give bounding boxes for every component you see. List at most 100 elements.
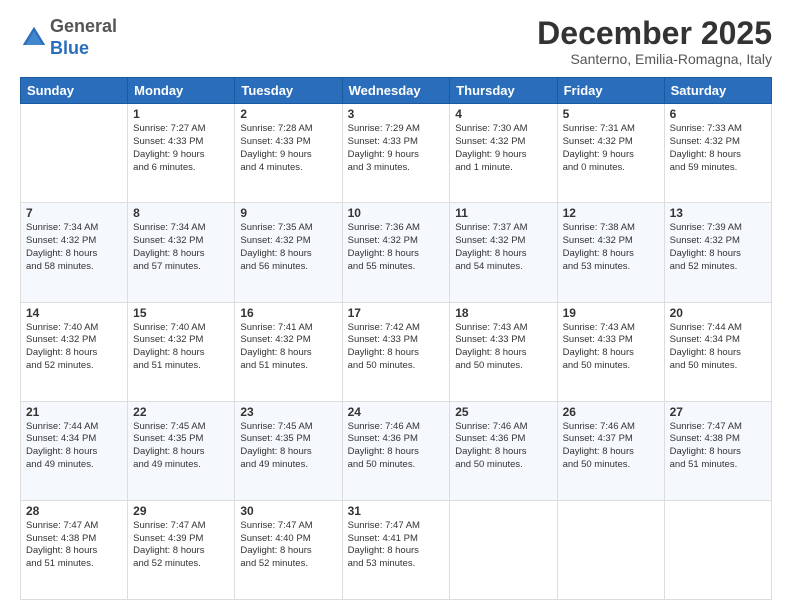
calendar-cell: 31 Sunrise: 7:47 AMSunset: 4:41 PMDayligh… [342, 500, 450, 599]
col-header-friday: Friday [557, 78, 664, 104]
calendar-cell: 28 Sunrise: 7:47 AMSunset: 4:38 PMDayligh… [21, 500, 128, 599]
day-info: Sunrise: 7:30 AMSunset: 4:32 PMDaylight:… [455, 123, 551, 174]
day-number: 5 [563, 107, 659, 121]
calendar-cell: 10Sunrise: 7:36 AMSunset: 4:32 PMDayligh… [342, 203, 450, 302]
header: General Blue December 2025 Santerno, Emi… [20, 16, 772, 67]
calendar-cell: 17Sunrise: 7:42 AMSunset: 4:33 PMDayligh… [342, 302, 450, 401]
day-number: 14 [26, 306, 122, 320]
calendar-cell: 6Sunrise: 7:33 AMSunset: 4:32 PMDaylight… [664, 104, 771, 203]
calendar-cell: 20Sunrise: 7:44 AMSunset: 4:34 PMDayligh… [664, 302, 771, 401]
day-number: 26 [563, 405, 659, 419]
col-header-monday: Monday [128, 78, 235, 104]
day-info: Sunrise: 7:41 AMSunset: 4:32 PMDaylight:… [240, 322, 336, 373]
day-info: Sunrise: 7:34 AMSunset: 4:32 PMDaylight:… [133, 222, 229, 273]
calendar-cell: 13 Sunrise: 7:39 AMSunset: 4:32 PMDayligh… [664, 203, 771, 302]
day-info: Sunrise: 7:28 AMSunset: 4:33 PMDaylight:… [240, 123, 336, 174]
title-block: December 2025 Santerno, Emilia-Romagna, … [537, 16, 772, 67]
day-info: Sunrise: 7:40 AMSunset: 4:32 PMDaylight:… [26, 322, 122, 373]
calendar-cell: 16 Sunrise: 7:41 AMSunset: 4:32 PMDayligh… [235, 302, 342, 401]
col-header-wednesday: Wednesday [342, 78, 450, 104]
calendar-cell: 12Sunrise: 7:38 AMSunset: 4:32 PMDayligh… [557, 203, 664, 302]
day-number: 16 [240, 306, 336, 320]
day-info: Sunrise: 7:38 AMSunset: 4:32 PMDaylight:… [563, 222, 659, 273]
calendar-cell: 2Sunrise: 7:28 AMSunset: 4:33 PMDaylight… [235, 104, 342, 203]
col-header-thursday: Thursday [450, 78, 557, 104]
logo-general-text: General [50, 16, 117, 36]
day-info: Sunrise: 7:43 AMSunset: 4:33 PMDaylight:… [455, 322, 551, 373]
calendar-week-row: 28 Sunrise: 7:47 AMSunset: 4:38 PMDayligh… [21, 500, 772, 599]
day-number: 18 [455, 306, 551, 320]
day-info: Sunrise: 7:36 AMSunset: 4:32 PMDaylight:… [348, 222, 445, 273]
day-info: Sunrise: 7:46 AMSunset: 4:36 PMDaylight:… [348, 421, 445, 472]
day-number: 1 [133, 107, 229, 121]
col-header-sunday: Sunday [21, 78, 128, 104]
calendar-week-row: 7 Sunrise: 7:34 AMSunset: 4:32 PMDaylight… [21, 203, 772, 302]
day-info: Sunrise: 7:47 AMSunset: 4:38 PMDaylight:… [26, 520, 122, 571]
day-number: 8 [133, 206, 229, 220]
day-info: Sunrise: 7:43 AMSunset: 4:33 PMDaylight:… [563, 322, 659, 373]
calendar-cell: 18 Sunrise: 7:43 AMSunset: 4:33 PMDayligh… [450, 302, 557, 401]
day-number: 7 [26, 206, 122, 220]
calendar-cell [557, 500, 664, 599]
day-info: Sunrise: 7:46 AMSunset: 4:37 PMDaylight:… [563, 421, 659, 472]
logo-blue-text: Blue [50, 38, 89, 58]
day-number: 28 [26, 504, 122, 518]
calendar-cell: 25 Sunrise: 7:46 AMSunset: 4:36 PMDayligh… [450, 401, 557, 500]
calendar-table: SundayMondayTuesdayWednesdayThursdayFrid… [20, 77, 772, 600]
calendar-week-row: 21 Sunrise: 7:44 AMSunset: 4:34 PMDayligh… [21, 401, 772, 500]
calendar-cell: 9 Sunrise: 7:35 AMSunset: 4:32 PMDaylight… [235, 203, 342, 302]
calendar-cell: 5Sunrise: 7:31 AMSunset: 4:32 PMDaylight… [557, 104, 664, 203]
day-info: Sunrise: 7:47 AMSunset: 4:38 PMDaylight:… [670, 421, 766, 472]
day-info: Sunrise: 7:40 AMSunset: 4:32 PMDaylight:… [133, 322, 229, 373]
day-info: Sunrise: 7:47 AMSunset: 4:41 PMDaylight:… [348, 520, 445, 571]
col-header-tuesday: Tuesday [235, 78, 342, 104]
calendar-cell: 22 Sunrise: 7:45 AMSunset: 4:35 PMDayligh… [128, 401, 235, 500]
day-number: 25 [455, 405, 551, 419]
day-info: Sunrise: 7:44 AMSunset: 4:34 PMDaylight:… [26, 421, 122, 472]
calendar-cell: 8 Sunrise: 7:34 AMSunset: 4:32 PMDaylight… [128, 203, 235, 302]
day-info: Sunrise: 7:45 AMSunset: 4:35 PMDaylight:… [240, 421, 336, 472]
day-info: Sunrise: 7:37 AMSunset: 4:32 PMDaylight:… [455, 222, 551, 273]
calendar-cell: 26 Sunrise: 7:46 AMSunset: 4:37 PMDayligh… [557, 401, 664, 500]
col-header-saturday: Saturday [664, 78, 771, 104]
day-number: 31 [348, 504, 445, 518]
calendar-cell: 14 Sunrise: 7:40 AMSunset: 4:32 PMDayligh… [21, 302, 128, 401]
day-info: Sunrise: 7:47 AMSunset: 4:40 PMDaylight:… [240, 520, 336, 571]
calendar-cell: 7Sunrise: 7:34 AMSunset: 4:32 PMDaylight… [21, 203, 128, 302]
day-number: 29 [133, 504, 229, 518]
day-number: 22 [133, 405, 229, 419]
day-info: Sunrise: 7:45 AMSunset: 4:35 PMDaylight:… [133, 421, 229, 472]
day-number: 9 [240, 206, 336, 220]
day-number: 30 [240, 504, 336, 518]
calendar-week-row: 1 Sunrise: 7:27 AMSunset: 4:33 PMDaylight… [21, 104, 772, 203]
calendar-cell: 11 Sunrise: 7:37 AMSunset: 4:32 PMDayligh… [450, 203, 557, 302]
day-number: 13 [670, 206, 766, 220]
calendar-cell: 15Sunrise: 7:40 AMSunset: 4:32 PMDayligh… [128, 302, 235, 401]
day-number: 23 [240, 405, 336, 419]
logo: General Blue [20, 16, 117, 59]
calendar-cell [664, 500, 771, 599]
day-info: Sunrise: 7:46 AMSunset: 4:36 PMDaylight:… [455, 421, 551, 472]
calendar-header-row: SundayMondayTuesdayWednesdayThursdayFrid… [21, 78, 772, 104]
month-title: December 2025 [537, 16, 772, 51]
day-number: 3 [348, 107, 445, 121]
calendar-cell: 21 Sunrise: 7:44 AMSunset: 4:34 PMDayligh… [21, 401, 128, 500]
day-number: 20 [670, 306, 766, 320]
calendar-cell: 27 Sunrise: 7:47 AMSunset: 4:38 PMDayligh… [664, 401, 771, 500]
day-info: Sunrise: 7:39 AMSunset: 4:32 PMDaylight:… [670, 222, 766, 273]
day-info: Sunrise: 7:47 AMSunset: 4:39 PMDaylight:… [133, 520, 229, 571]
calendar-cell: 23 Sunrise: 7:45 AMSunset: 4:35 PMDayligh… [235, 401, 342, 500]
page-container: General Blue December 2025 Santerno, Emi… [0, 0, 792, 612]
calendar-cell [450, 500, 557, 599]
day-number: 27 [670, 405, 766, 419]
calendar-cell: 29 Sunrise: 7:47 AMSunset: 4:39 PMDayligh… [128, 500, 235, 599]
day-info: Sunrise: 7:35 AMSunset: 4:32 PMDaylight:… [240, 222, 336, 273]
day-info: Sunrise: 7:42 AMSunset: 4:33 PMDaylight:… [348, 322, 445, 373]
day-number: 19 [563, 306, 659, 320]
day-number: 21 [26, 405, 122, 419]
day-info: Sunrise: 7:33 AMSunset: 4:32 PMDaylight:… [670, 123, 766, 174]
day-number: 11 [455, 206, 551, 220]
calendar-cell: 30 Sunrise: 7:47 AMSunset: 4:40 PMDayligh… [235, 500, 342, 599]
logo-icon [20, 24, 48, 52]
day-info: Sunrise: 7:27 AMSunset: 4:33 PMDaylight:… [133, 123, 229, 174]
